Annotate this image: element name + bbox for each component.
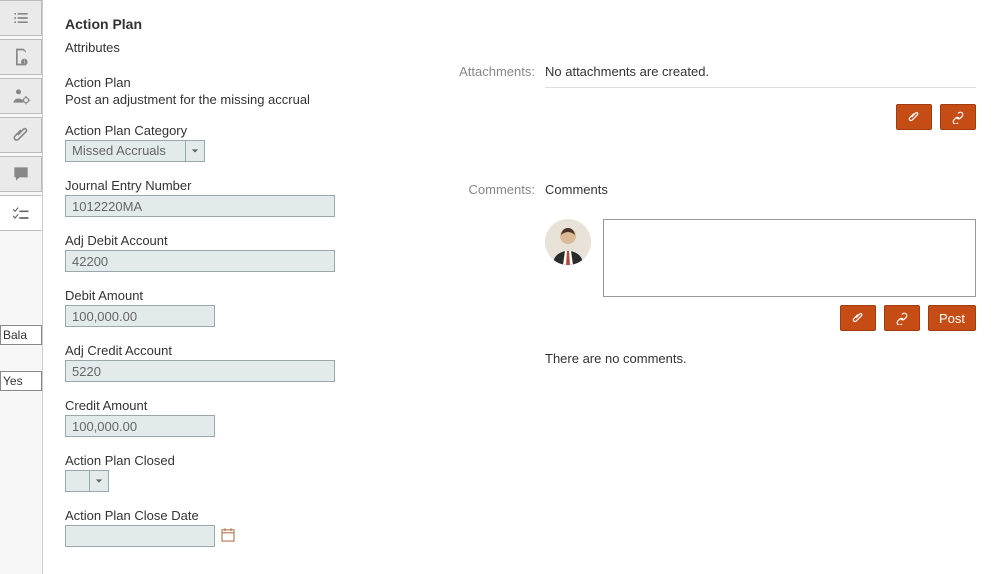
credit-amount-label: Credit Amount <box>65 398 405 413</box>
debit-amount-field: Debit Amount 100,000.00 <box>65 288 405 327</box>
svg-text:i: i <box>23 60 24 66</box>
tab-action-plan[interactable] <box>0 195 42 231</box>
journal-field: Journal Entry Number 1012220MA <box>65 178 405 217</box>
paperclip-icon <box>851 311 865 325</box>
debit-amount-label: Debit Amount <box>65 288 405 303</box>
adj-debit-field: Adj Debit Account 42200 <box>65 233 405 272</box>
comments-heading: Comments <box>545 182 976 203</box>
category-select[interactable]: Missed Accruals <box>65 140 205 162</box>
attach-link-button[interactable] <box>940 104 976 130</box>
attachments-button-bar <box>545 104 976 130</box>
section-title: Action Plan <box>65 16 976 32</box>
link-icon <box>895 311 909 325</box>
action-plan-field: Action Plan Post an adjustment for the m… <box>65 75 405 107</box>
comment-attach-file-button[interactable] <box>840 305 876 331</box>
attributes-column: Attributes Action Plan Post an adjustmen… <box>65 40 405 563</box>
comment-editor <box>545 219 976 297</box>
attach-file-button[interactable] <box>896 104 932 130</box>
close-date-input[interactable] <box>65 525 215 547</box>
adj-debit-label: Adj Debit Account <box>65 233 405 248</box>
debit-amount-input[interactable]: 100,000.00 <box>65 305 215 327</box>
document-info-icon: i <box>11 47 31 67</box>
credit-amount-field: Credit Amount 100,000.00 <box>65 398 405 437</box>
background-label-yes: Yes <box>0 371 42 391</box>
attachments-label: Attachments: <box>445 64 545 79</box>
comments-button-bar: Post <box>545 305 976 331</box>
background-dropdown-overlap: Bala Yes <box>0 325 42 417</box>
comment-attach-link-button[interactable] <box>884 305 920 331</box>
speech-bubble-icon <box>11 164 31 184</box>
right-column: Attachments: No attachments are created. <box>445 40 976 563</box>
background-label-balance: Bala <box>0 325 42 345</box>
comments-label: Comments: <box>445 182 545 197</box>
category-label: Action Plan Category <box>65 123 405 138</box>
category-dropdown-button[interactable] <box>185 140 205 162</box>
credit-amount-input[interactable]: 100,000.00 <box>65 415 215 437</box>
chevron-down-icon <box>191 147 199 155</box>
close-date-label: Action Plan Close Date <box>65 508 405 523</box>
closed-field: Action Plan Closed <box>65 453 405 492</box>
tab-info[interactable]: i <box>0 39 42 75</box>
checklist-icon <box>11 203 31 223</box>
tab-list[interactable] <box>0 0 42 36</box>
closed-dropdown-button[interactable] <box>89 470 109 492</box>
comments-empty-text: There are no comments. <box>545 351 976 366</box>
category-field: Action Plan Category Missed Accruals <box>65 123 405 162</box>
adj-debit-input[interactable]: 42200 <box>65 250 335 272</box>
adj-credit-label: Adj Credit Account <box>65 343 405 358</box>
journal-label: Journal Entry Number <box>65 178 405 193</box>
main-panel: Action Plan Attributes Action Plan Post … <box>43 0 1000 574</box>
adj-credit-field: Adj Credit Account 5220 <box>65 343 405 382</box>
paperclip-icon <box>11 125 31 145</box>
closed-select[interactable] <box>65 470 109 492</box>
comments-section: Comments: Comments <box>445 182 976 366</box>
action-plan-description: Post an adjustment for the missing accru… <box>65 92 405 107</box>
user-gear-icon <box>11 86 31 106</box>
comment-textarea[interactable] <box>603 219 976 297</box>
action-plan-page: i Bala Yes Action Plan Attributes Action… <box>0 0 1000 574</box>
attachments-empty-text: No attachments are created. <box>545 64 976 88</box>
post-comment-button[interactable]: Post <box>928 305 976 331</box>
adj-credit-input[interactable]: 5220 <box>65 360 335 382</box>
attributes-subtitle: Attributes <box>65 40 405 55</box>
calendar-icon[interactable] <box>219 526 237 547</box>
avatar <box>545 219 591 265</box>
chevron-down-icon <box>95 477 103 485</box>
category-value: Missed Accruals <box>65 140 185 162</box>
journal-input[interactable]: 1012220MA <box>65 195 335 217</box>
closed-label: Action Plan Closed <box>65 453 405 468</box>
avatar-person-icon <box>545 219 591 265</box>
paperclip-icon <box>907 110 921 124</box>
left-tab-strip: i Bala Yes <box>0 0 43 574</box>
closed-value <box>65 470 89 492</box>
tab-comments[interactable] <box>0 156 42 192</box>
tab-attachments[interactable] <box>0 117 42 153</box>
close-date-field: Action Plan Close Date <box>65 508 405 547</box>
tab-user-settings[interactable] <box>0 78 42 114</box>
link-icon <box>951 110 965 124</box>
attachments-section: Attachments: No attachments are created. <box>445 64 976 130</box>
list-icon <box>11 8 31 28</box>
action-plan-label: Action Plan <box>65 75 405 90</box>
